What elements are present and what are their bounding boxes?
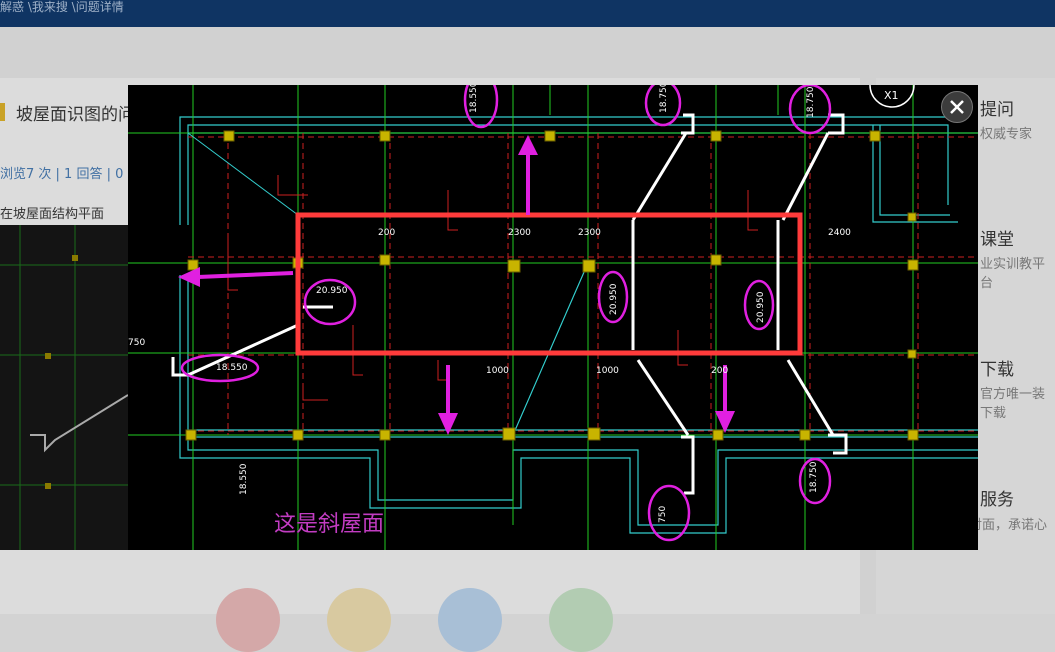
sidebar-heading-ask[interactable]: 提问 <box>980 95 1014 120</box>
dim-1000b: 1000 <box>596 366 619 376</box>
image-caption: 这是斜屋面 <box>274 512 385 537</box>
elev-left-inner: 20.950 <box>316 286 348 296</box>
share-button[interactable] <box>438 588 502 652</box>
beam-lines <box>188 133 978 435</box>
direction-arrows <box>178 135 735 435</box>
image-viewer[interactable]: 18.550 18.750 18.750 20.950 20.950 20.95… <box>128 85 978 550</box>
elevation-labels: 18.550 18.750 18.750 20.950 20.950 20.95… <box>216 85 819 523</box>
question-meta[interactable]: 浏览7 次 | 1 回答 | 0 <box>0 163 123 182</box>
question-title: 坡屋面识图的问 <box>16 105 135 125</box>
dim-2400: 2400 <box>828 228 851 238</box>
cad-drawing: 18.550 18.750 18.750 20.950 20.950 20.95… <box>128 85 978 550</box>
elev-top-mid: 18.750 <box>659 85 669 113</box>
favorite-button[interactable] <box>327 588 391 652</box>
like-button[interactable] <box>216 588 280 652</box>
close-viewer-button[interactable] <box>941 91 973 123</box>
sidebar-sub-ask: 权威专家 <box>980 127 1033 142</box>
close-icon <box>950 100 964 114</box>
elev-left-bottom: 18.550 <box>216 363 248 373</box>
sidebar-heading-class[interactable]: 课堂 <box>980 225 1014 250</box>
sidebar-sub-class: 业实训教平台 <box>980 257 1046 291</box>
dim-2300a: 2300 <box>508 228 531 238</box>
elev-top-left: 18.550 <box>469 85 479 113</box>
title-accent-bar <box>0 103 5 121</box>
annotation-circles <box>180 85 832 542</box>
dim-2300b: 2300 <box>578 228 601 238</box>
breadcrumb[interactable]: 解惑 \我来搜 \问题详情 <box>0 0 124 14</box>
elev-right: 20.950 <box>756 291 766 323</box>
highlight-rectangle <box>295 212 803 356</box>
dim-1000a: 1000 <box>486 366 509 376</box>
elev-bottom-right: 18.750 <box>809 461 819 493</box>
dim-750: 750 <box>128 338 145 348</box>
elev-bottom-mid: 750 <box>658 506 668 523</box>
sidebar-sub-download: 官方唯一装下载 <box>980 387 1046 421</box>
elev-top-right: 18.750 <box>806 86 816 118</box>
dim-200a: 200 <box>378 228 395 238</box>
grid-axis-label: X1 <box>884 89 899 102</box>
dim-200b: 200 <box>711 366 728 376</box>
question-description: 在坡屋面结构平面 <box>0 207 105 222</box>
elev-bottom-left-vert: 18.550 <box>239 463 249 495</box>
more-button[interactable] <box>549 588 613 652</box>
sidebar-heading-service[interactable]: 服务 <box>980 485 1014 510</box>
elev-mid: 20.950 <box>609 283 619 315</box>
grid-axis-x1: X1 <box>869 85 915 108</box>
top-navigation-bar: 解惑 \我来搜 \问题详情 <box>0 0 1055 27</box>
sidebar-heading-download[interactable]: 下载 <box>980 355 1014 380</box>
grid-lines <box>128 85 978 550</box>
